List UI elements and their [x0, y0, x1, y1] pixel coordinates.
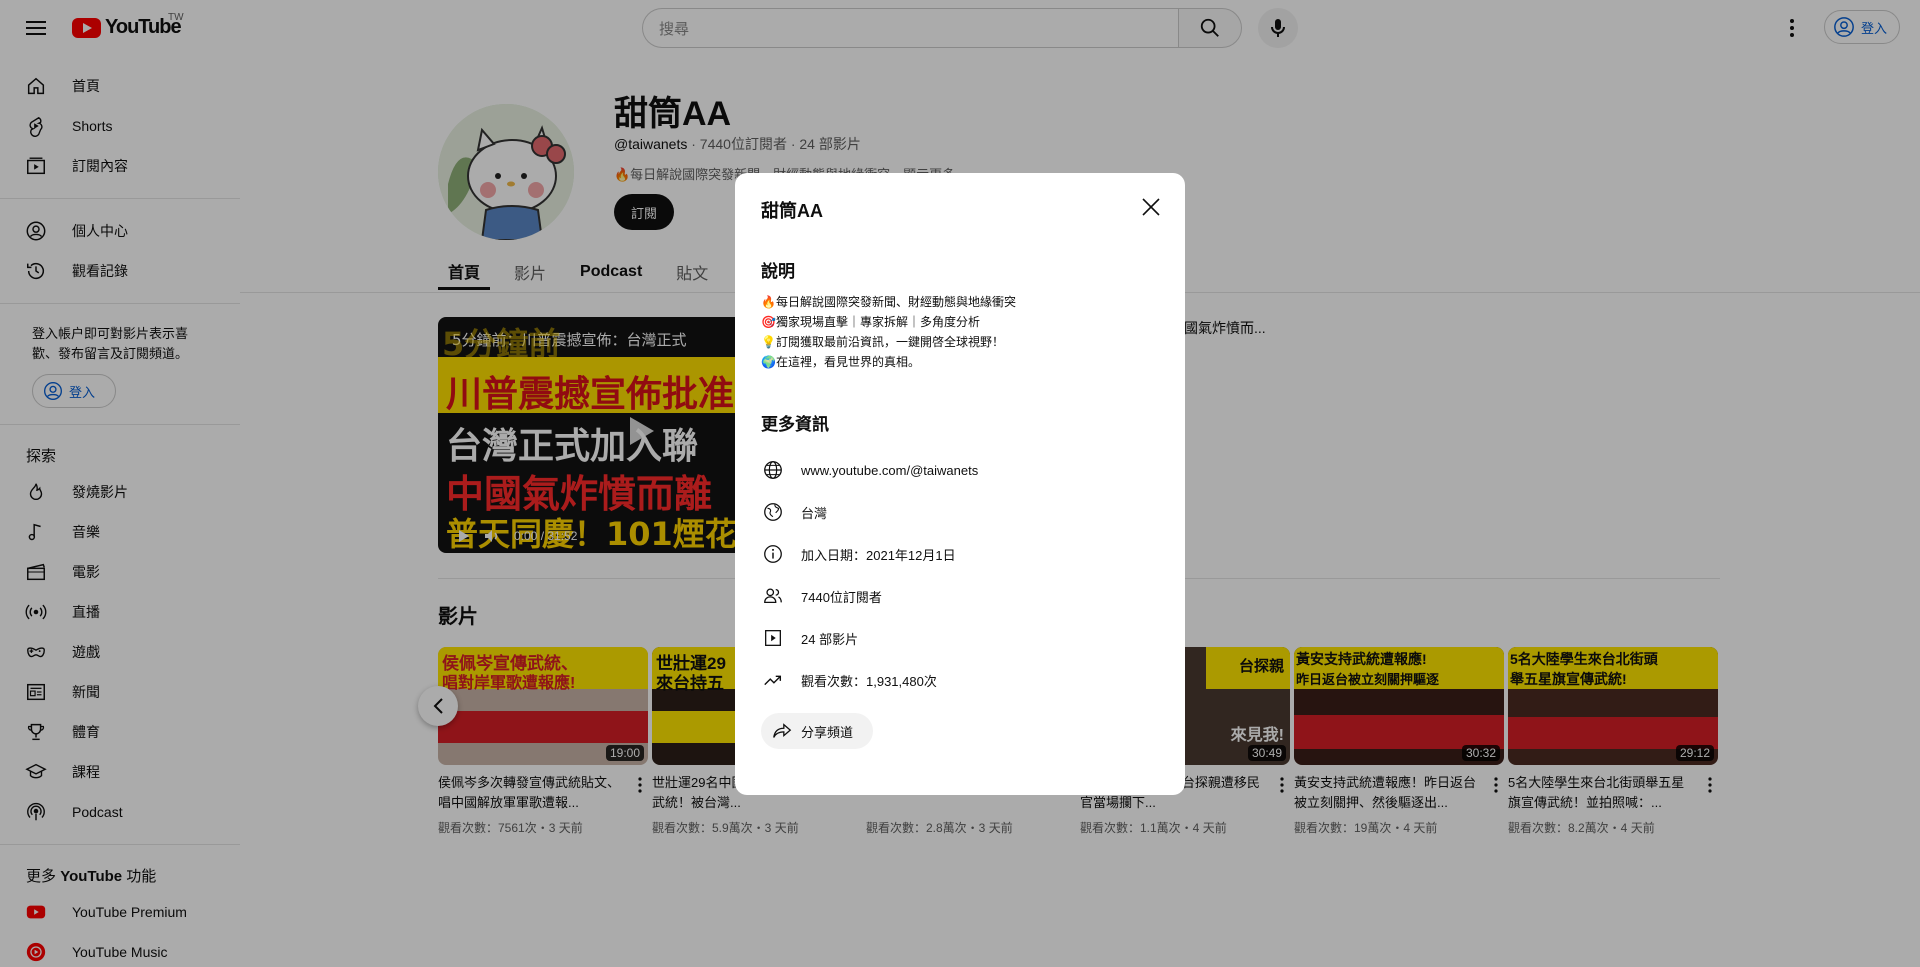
dialog-title: 甜筒AA: [761, 201, 823, 221]
info-icon: [761, 542, 785, 566]
description-text: 🔥每日解說國際突發新聞、財經動態與地緣衝突 🎯獨家現場直擊｜專家拆解｜多角度分析…: [761, 292, 1159, 372]
more-info-list: www.youtube.com/@taiwanets 台灣 加入日期：2021年…: [761, 449, 1159, 701]
globe-icon: [761, 458, 785, 482]
share-channel-label: 分享頻道: [801, 724, 854, 740]
info-row-subscribers: 7440位訂閱者: [761, 575, 1159, 617]
trending-up-icon: [761, 668, 785, 692]
info-row-link[interactable]: www.youtube.com/@taiwanets: [761, 449, 1159, 491]
location-icon: [761, 500, 785, 524]
description-line: 🌍在這裡，看見世界的真相。: [761, 355, 920, 369]
info-row-views: 觀看次數：1,931,480次: [761, 659, 1159, 701]
channel-video-count: 24 部影片: [801, 631, 859, 647]
channel-about-dialog: 甜筒AA 說明 🔥每日解說國際突發新聞、財經動態與地緣衝突 🎯獨家現場直擊｜專家…: [735, 173, 1185, 795]
share-channel-button[interactable]: 分享頻道: [761, 713, 873, 749]
info-row-location: 台灣: [761, 491, 1159, 533]
description-line: 🔥每日解說國際突發新聞、財經動態與地緣衝突: [761, 295, 1016, 309]
info-row-joined: 加入日期：2021年12月1日: [761, 533, 1159, 575]
description-line: 🎯獨家現場直擊｜專家拆解｜多角度分析: [761, 315, 980, 329]
info-row-videos: 24 部影片: [761, 617, 1159, 659]
description-line: 💡訂閱獲取最前沿資訊，一鍵開啓全球視野！: [761, 335, 1004, 349]
channel-view-count: 觀看次數：1,931,480次: [801, 673, 937, 689]
video-icon: [761, 626, 785, 650]
channel-url[interactable]: www.youtube.com/@taiwanets: [801, 463, 978, 478]
channel-subscribers: 7440位訂閱者: [801, 589, 882, 605]
channel-location: 台灣: [801, 505, 828, 521]
more-info-heading: 更多資訊: [761, 415, 829, 434]
share-icon: [773, 723, 792, 738]
channel-joined-date: 加入日期：2021年12月1日: [801, 547, 956, 563]
subscribers-icon: [761, 584, 785, 608]
close-icon[interactable]: [1139, 195, 1163, 219]
description-heading: 說明: [761, 262, 795, 281]
